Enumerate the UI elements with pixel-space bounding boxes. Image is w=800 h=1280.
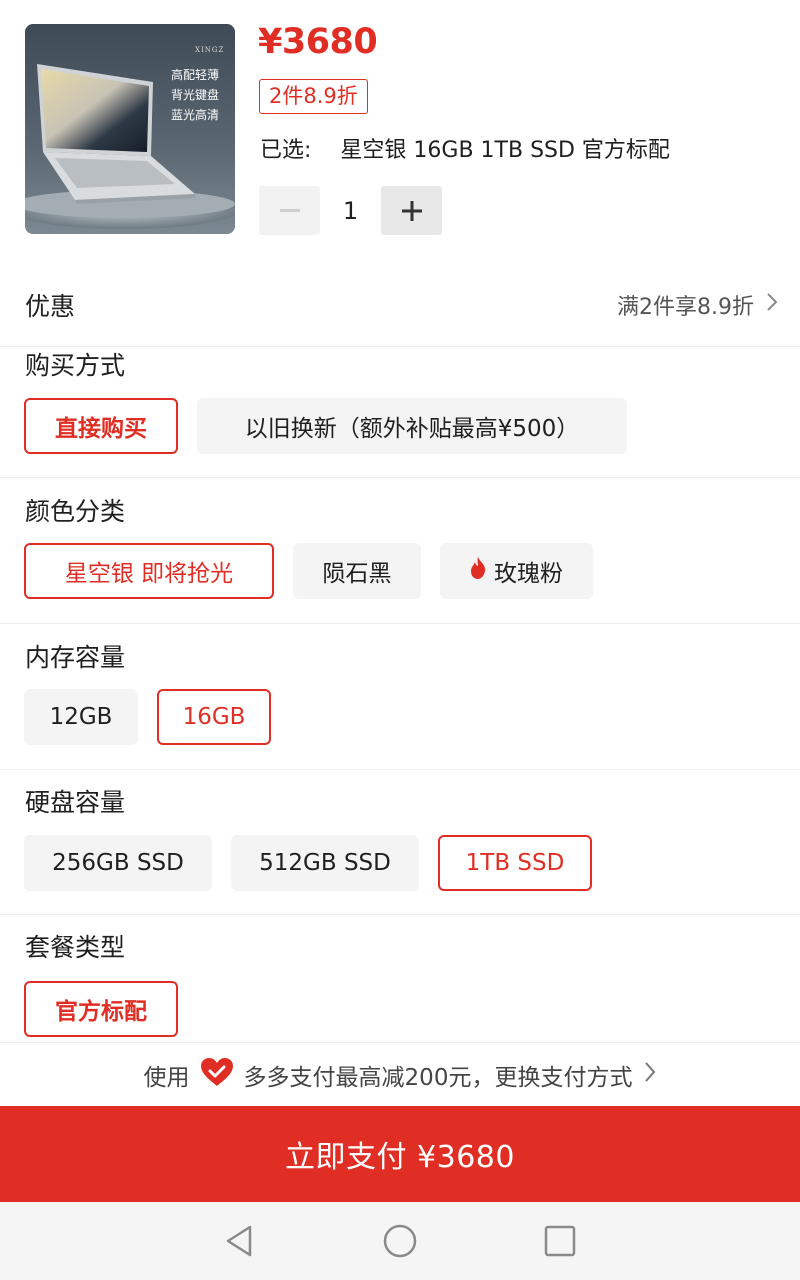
- quantity-stepper: 1: [259, 186, 442, 235]
- recent-apps-icon[interactable]: [542, 1223, 578, 1259]
- option-package-official[interactable]: 官方标配: [24, 981, 178, 1037]
- option-disk-1tb[interactable]: 1TB SSD: [438, 835, 592, 891]
- package-title: 套餐类型: [25, 933, 126, 962]
- home-icon[interactable]: [382, 1223, 418, 1259]
- decrease-quantity-button[interactable]: [259, 186, 320, 235]
- payment-tip-text: 多多支付最高减200元，更换支付方式: [243, 1065, 633, 1091]
- minus-icon: [279, 208, 300, 212]
- color-title: 颜色分类: [25, 497, 126, 526]
- option-memory-16gb[interactable]: 16GB: [157, 689, 271, 745]
- quantity-value: 1: [342, 196, 359, 225]
- promotion-title: 优惠: [25, 292, 76, 321]
- fire-icon: [470, 557, 486, 585]
- option-disk-512gb[interactable]: 512GB SSD: [231, 835, 419, 891]
- purchase-method-section: 购买方式 直接购买 以旧换新（额外补贴最高¥500）: [0, 348, 800, 478]
- payment-tip-prefix: 使用: [143, 1065, 190, 1091]
- option-disk-256gb[interactable]: 256GB SSD: [24, 835, 212, 891]
- increase-quantity-button[interactable]: [381, 186, 442, 235]
- pay-now-button[interactable]: 立即支付 ¥3680: [0, 1106, 800, 1202]
- package-section: 套餐类型 官方标配: [0, 915, 800, 1043]
- option-color-silver[interactable]: 星空银 即将抢光: [24, 543, 274, 599]
- system-navigation-bar: [0, 1202, 800, 1280]
- image-caption-2: 背光键盘: [171, 88, 220, 102]
- brand-logo: XINGZ: [195, 46, 225, 54]
- heart-check-icon: [200, 1057, 234, 1093]
- option-trade-in[interactable]: 以旧换新（额外补贴最高¥500）: [197, 398, 627, 454]
- disk-section: 硬盘容量 256GB SSD 512GB SSD 1TB SSD: [0, 770, 800, 915]
- product-price: ¥3680: [258, 22, 378, 62]
- selected-value: 星空银 16GB 1TB SSD 官方标配: [340, 138, 670, 163]
- chevron-right-icon: [644, 1061, 656, 1089]
- option-direct-buy[interactable]: 直接购买: [24, 398, 178, 454]
- option-color-pink[interactable]: 玫瑰粉: [440, 543, 593, 599]
- purchase-method-title: 购买方式: [25, 351, 126, 380]
- product-image[interactable]: XINGZ 高配轻薄 背光键盘 蓝光高清: [25, 24, 235, 234]
- back-icon[interactable]: [222, 1223, 258, 1259]
- color-section: 颜色分类 星空银 即将抢光 陨石黑 玫瑰粉: [0, 478, 800, 624]
- payment-tip[interactable]: 使用 多多支付最高减200元，更换支付方式: [0, 1044, 800, 1106]
- discount-badge: 2件8.9折: [259, 79, 368, 114]
- memory-section: 内存容量 12GB 16GB: [0, 624, 800, 770]
- disk-title: 硬盘容量: [25, 788, 126, 817]
- promotion-row[interactable]: 优惠 满2件享8.9折: [0, 263, 800, 347]
- option-color-pink-label: 玫瑰粉: [494, 561, 563, 587]
- plus-icon: [401, 200, 422, 221]
- selected-summary: 已选: 星空银 16GB 1TB SSD 官方标配: [260, 132, 670, 164]
- option-color-black[interactable]: 陨石黑: [293, 543, 421, 599]
- memory-title: 内存容量: [25, 643, 126, 672]
- chevron-right-icon: [766, 292, 778, 318]
- image-caption-3: 蓝光高清: [171, 108, 220, 122]
- promotion-detail: 满2件享8.9折: [617, 289, 778, 321]
- selected-label: 已选:: [260, 138, 312, 163]
- promotion-detail-text: 满2件享8.9折: [617, 295, 754, 320]
- image-caption-1: 高配轻薄: [171, 68, 220, 82]
- product-header: XINGZ 高配轻薄 背光键盘 蓝光高清 ¥3680 2件8.9折 已选: 星空…: [0, 0, 800, 262]
- option-memory-12gb[interactable]: 12GB: [24, 689, 138, 745]
